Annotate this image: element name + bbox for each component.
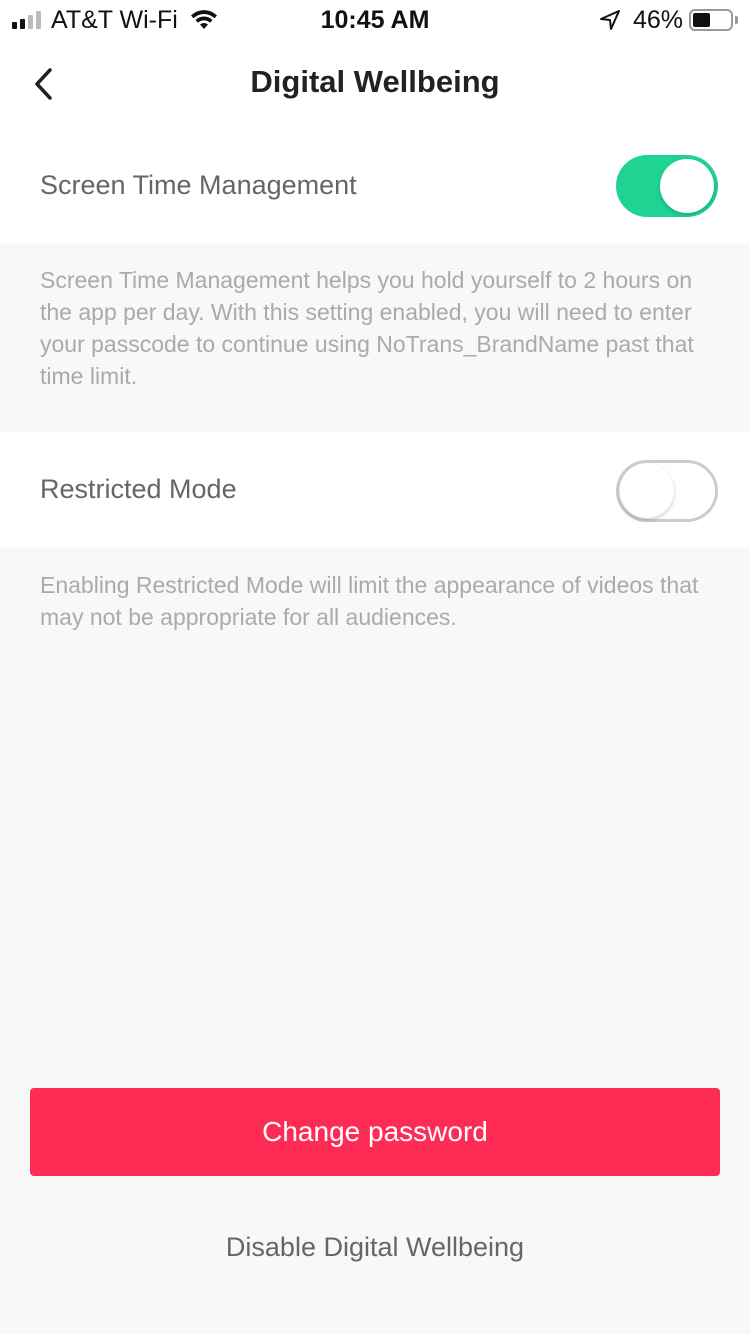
battery-nub: [735, 16, 738, 24]
toggle-knob: [620, 464, 674, 518]
setting-row-screen-time: Screen Time Management: [0, 128, 750, 244]
setting-label-screen-time: Screen Time Management: [40, 170, 357, 200]
status-bar-right: 46%: [599, 6, 738, 34]
change-password-button[interactable]: Change password: [30, 1088, 720, 1176]
nav-bar: Digital Wellbeing: [0, 40, 750, 128]
toggle-knob: [660, 159, 714, 213]
battery-icon: [689, 9, 733, 31]
disable-digital-wellbeing-button[interactable]: Disable Digital Wellbeing: [0, 1232, 750, 1263]
setting-row-restricted-mode: Restricted Mode: [0, 432, 750, 548]
page-title: Digital Wellbeing: [250, 64, 500, 99]
battery-percent: 46%: [632, 5, 683, 34]
status-bar: AT&T Wi-Fi 10:45 AM 46%: [0, 0, 750, 40]
setting-label-restricted-mode: Restricted Mode: [40, 474, 237, 504]
screen-time-toggle[interactable]: [616, 155, 718, 217]
restricted-mode-description: Enabling Restricted Mode will limit the …: [40, 572, 699, 630]
screen-time-description: Screen Time Management helps you hold yo…: [40, 267, 694, 389]
restricted-mode-toggle[interactable]: [616, 460, 718, 522]
location-arrow-icon: [599, 10, 620, 30]
